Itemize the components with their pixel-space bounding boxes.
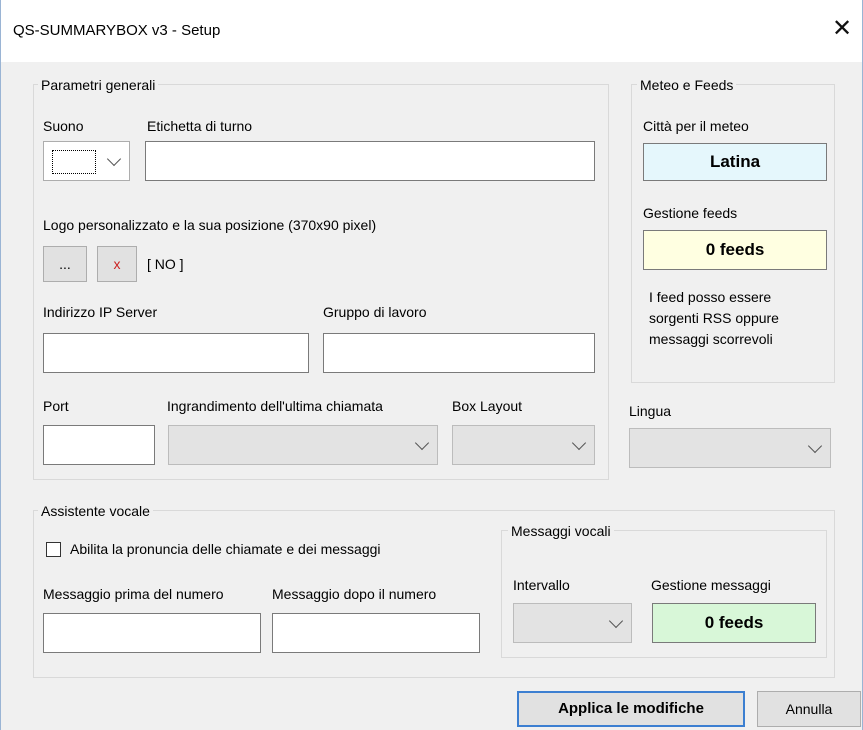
manage-messages-button[interactable]: 0 feeds bbox=[652, 603, 816, 643]
box-layout-label: Box Layout bbox=[452, 398, 523, 414]
feeds-manage-button[interactable]: 0 feeds bbox=[643, 230, 827, 270]
shift-label-input[interactable] bbox=[145, 141, 595, 181]
chevron-down-icon bbox=[414, 435, 430, 451]
feeds-note-line-3: messaggi scorrevoli bbox=[649, 331, 773, 347]
port-input[interactable] bbox=[43, 425, 155, 465]
title-bar: QS-SUMMARYBOX v3 - Setup ✕ bbox=[1, 0, 862, 62]
cancel-button[interactable]: Annulla bbox=[757, 691, 861, 727]
enable-speech-checkbox[interactable] bbox=[46, 542, 61, 557]
language-dropdown[interactable] bbox=[629, 428, 831, 468]
before-number-input[interactable] bbox=[43, 613, 261, 653]
sound-swatch bbox=[52, 150, 96, 174]
sound-label: Suono bbox=[43, 118, 84, 134]
feeds-note-line-1: I feed posso essere bbox=[649, 289, 772, 305]
interval-label: Intervallo bbox=[513, 577, 570, 593]
shift-label: Etichetta di turno bbox=[147, 118, 253, 134]
chevron-down-icon bbox=[807, 438, 823, 454]
manage-messages-label: Gestione messaggi bbox=[651, 577, 771, 593]
weather-feeds-legend: Meteo e Feeds bbox=[637, 77, 737, 93]
language-label: Lingua bbox=[629, 403, 672, 419]
feeds-note-line-2: sorgenti RSS oppure bbox=[649, 310, 779, 326]
feeds-label: Gestione feeds bbox=[643, 205, 738, 221]
window-title: QS-SUMMARYBOX v3 - Setup bbox=[13, 22, 221, 39]
box-layout-dropdown[interactable] bbox=[452, 425, 595, 465]
chevron-down-icon bbox=[106, 151, 122, 167]
close-icon[interactable]: ✕ bbox=[827, 14, 857, 44]
chevron-down-icon bbox=[571, 435, 587, 451]
setup-dialog: QS-SUMMARYBOX v3 - Setup ✕ Parametri gen… bbox=[0, 0, 863, 730]
after-number-label: Messaggio dopo il numero bbox=[272, 586, 437, 602]
port-label: Port bbox=[43, 398, 69, 414]
zoom-dropdown[interactable] bbox=[168, 425, 438, 465]
workgroup-input[interactable] bbox=[323, 333, 595, 373]
logo-clear-button[interactable]: x bbox=[97, 246, 137, 282]
voice-messages-legend: Messaggi vocali bbox=[508, 523, 614, 539]
zoom-label: Ingrandimento dell'ultima chiamata bbox=[167, 398, 383, 414]
logo-status: [ NO ] bbox=[147, 256, 184, 272]
sound-dropdown[interactable] bbox=[43, 141, 130, 181]
interval-dropdown[interactable] bbox=[513, 603, 632, 643]
general-params-legend: Parametri generali bbox=[38, 77, 159, 93]
chevron-down-icon bbox=[608, 613, 624, 629]
server-ip-input[interactable] bbox=[43, 333, 309, 373]
enable-speech-label: Abilita la pronuncia delle chiamate e de… bbox=[70, 541, 381, 557]
logo-label: Logo personalizzato e la sua posizione (… bbox=[43, 217, 377, 233]
logo-browse-button[interactable]: ... bbox=[43, 246, 87, 282]
city-label: Città per il meteo bbox=[643, 118, 749, 134]
server-ip-label: Indirizzo IP Server bbox=[43, 304, 158, 320]
workgroup-label: Gruppo di lavoro bbox=[323, 304, 427, 320]
after-number-input[interactable] bbox=[272, 613, 480, 653]
voice-assistant-legend: Assistente vocale bbox=[38, 503, 153, 519]
city-field[interactable]: Latina bbox=[643, 143, 827, 181]
apply-changes-button[interactable]: Applica le modifiche bbox=[517, 691, 745, 727]
before-number-label: Messaggio prima del numero bbox=[43, 586, 224, 602]
